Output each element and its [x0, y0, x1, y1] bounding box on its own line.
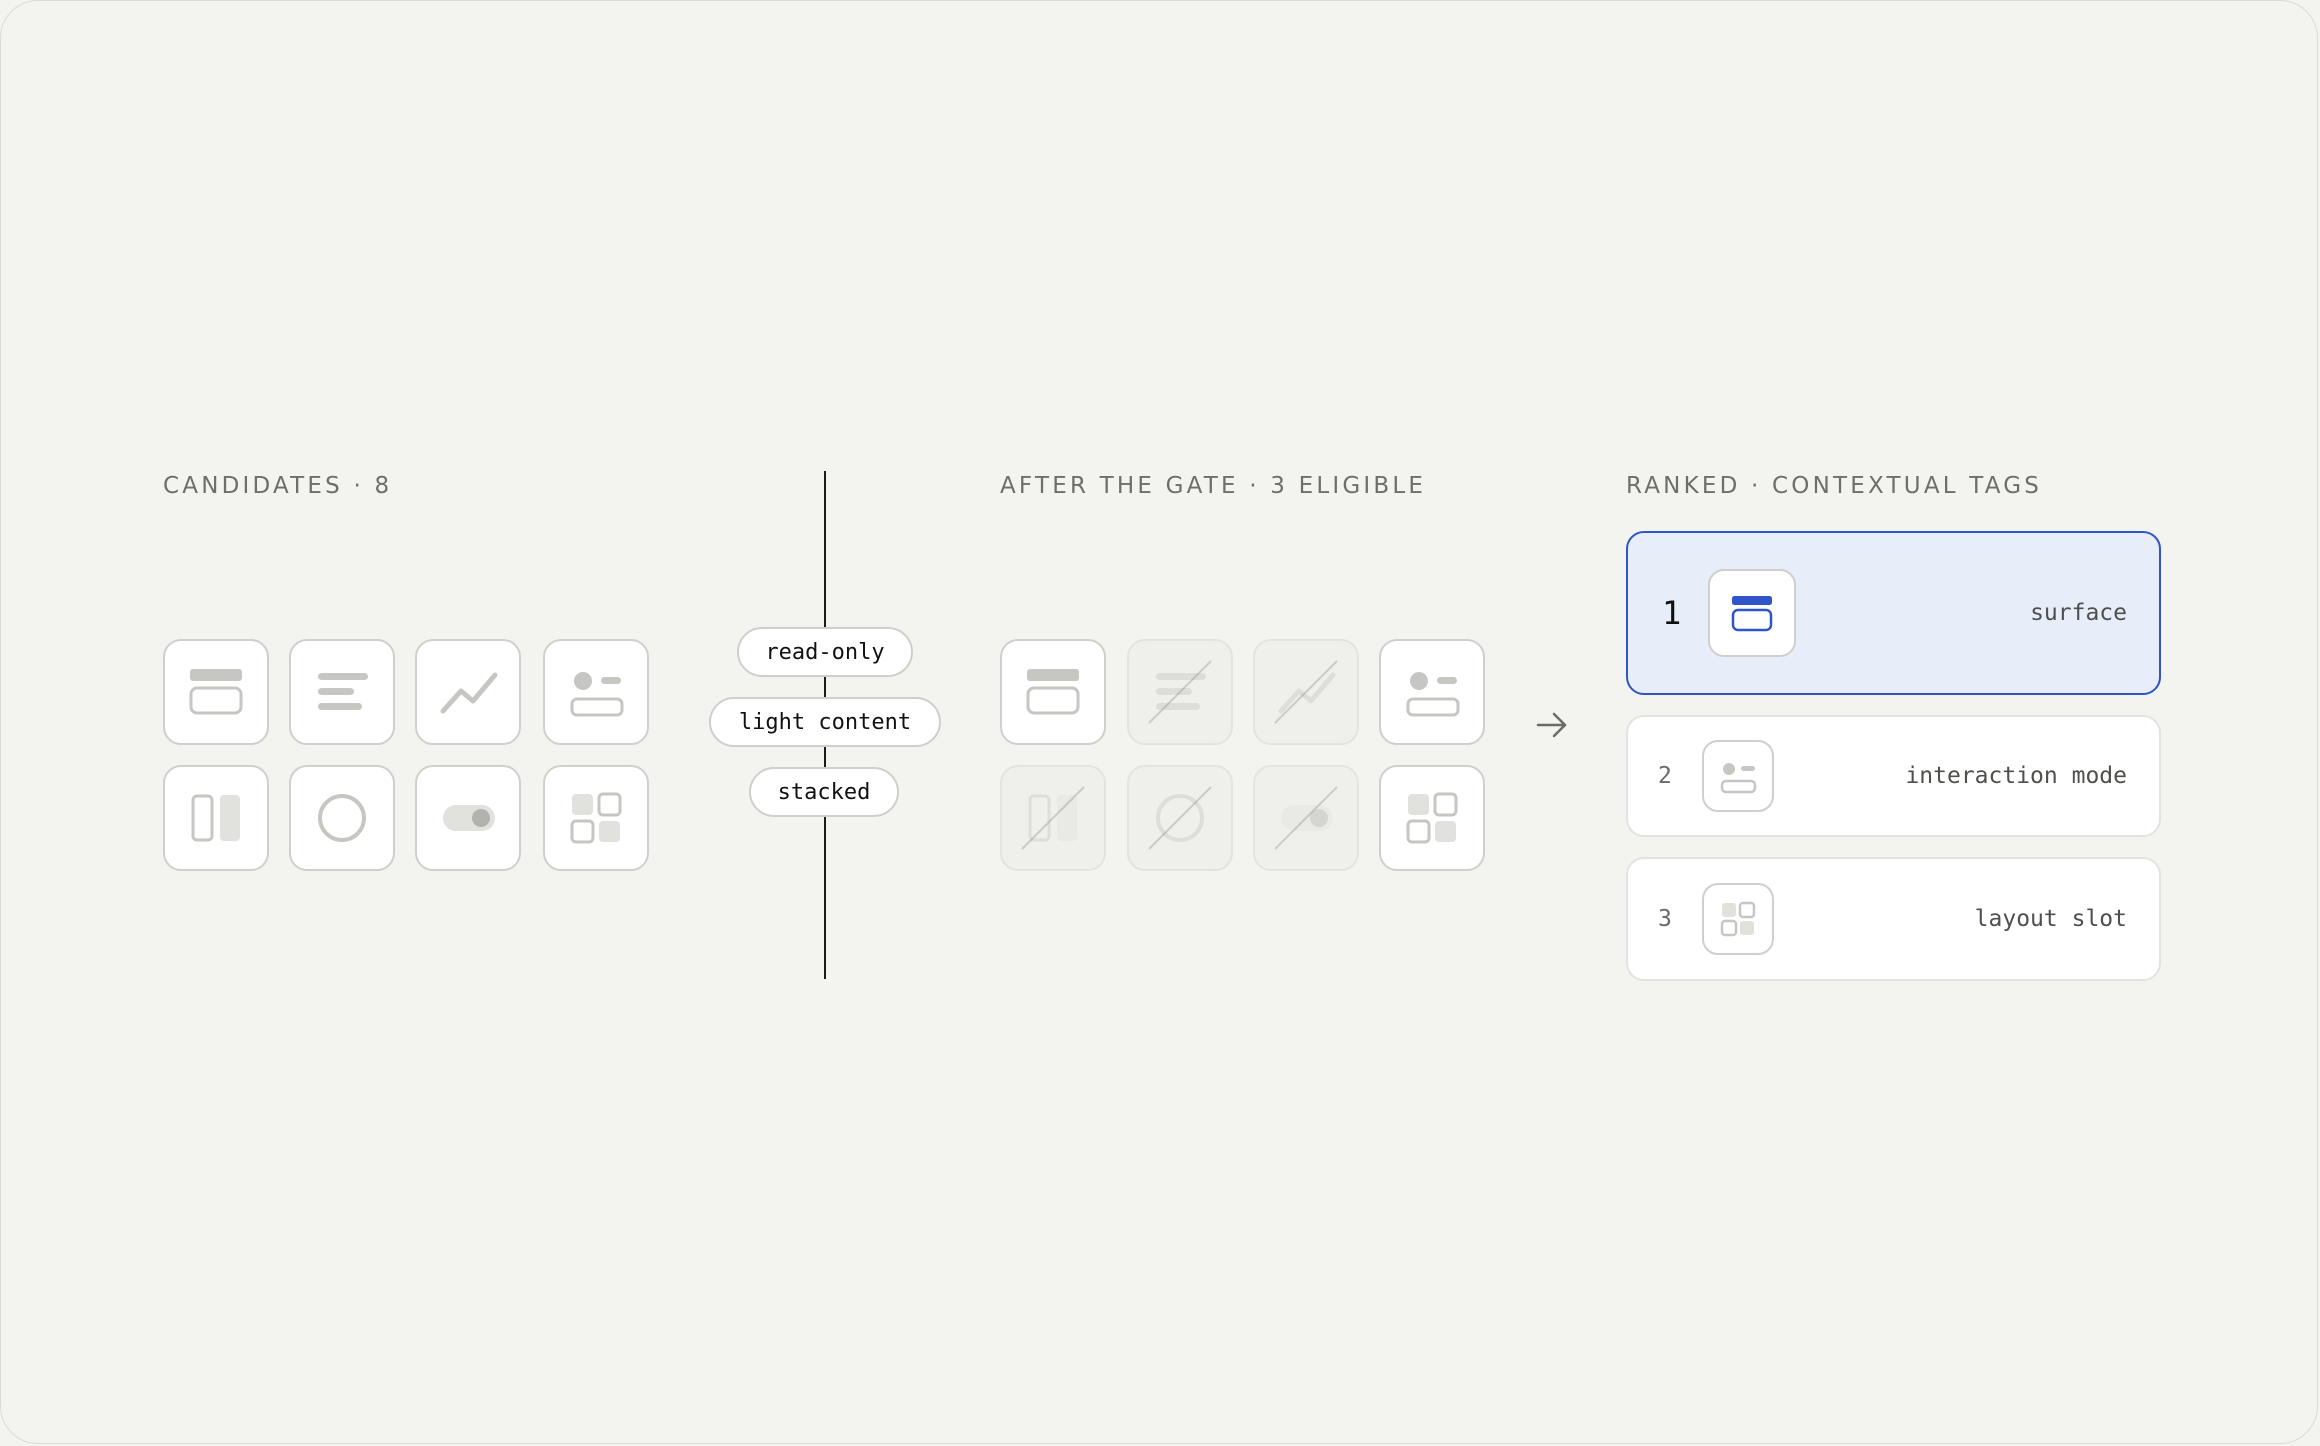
strike-through-icon: [1021, 786, 1085, 850]
strike-through-icon: [1148, 786, 1212, 850]
circle-icon: [318, 794, 366, 842]
toggle-icon: [443, 805, 495, 831]
strike-through-icon: [1274, 786, 1338, 850]
candidate-tile: [543, 765, 649, 871]
profile-row-icon: [570, 672, 624, 717]
split-panel-icon: [191, 794, 240, 842]
excluded-tile: [1000, 765, 1106, 871]
contextual-tag: interaction mode: [1905, 763, 2127, 789]
contextual-tag: surface: [2030, 600, 2127, 626]
candidate-tile: [415, 639, 521, 745]
excluded-tile: [1253, 765, 1359, 871]
excluded-tile: [1253, 639, 1359, 745]
strike-through-icon: [1148, 660, 1212, 724]
candidate-tile: [163, 639, 269, 745]
rank-number: 2: [1658, 763, 1672, 789]
eligible-tile: [1000, 639, 1106, 745]
candidate-tile: [543, 639, 649, 745]
grid-icon: [1720, 901, 1756, 937]
ranked-item-3: 3 layout slot: [1626, 857, 2161, 981]
constraint-pill-light-content: light content: [709, 697, 941, 747]
card-icon: [1731, 596, 1773, 632]
ranked-label: RANKED · CONTEXTUAL TAGS: [1626, 473, 2043, 499]
profile-row-icon: [1720, 763, 1757, 794]
arrow-right-icon: [1536, 712, 1567, 738]
text-lines-icon: [318, 673, 368, 710]
ranked-item-2: 2 interaction mode: [1626, 715, 2161, 837]
constraint-pill-read-only: read-only: [737, 627, 913, 677]
grid-icon: [1406, 792, 1458, 844]
candidate-tile: [289, 765, 395, 871]
line-chart-icon: [440, 672, 498, 714]
constraint-pill-stacked: stacked: [749, 767, 899, 817]
card-icon: [1026, 669, 1080, 715]
rank-number: 1: [1662, 594, 1682, 632]
candidate-tile: [163, 765, 269, 871]
candidate-tile: [415, 765, 521, 871]
card-icon: [189, 669, 243, 715]
eligible-tile: [1379, 765, 1485, 871]
after-gate-label: AFTER THE GATE · 3 ELIGIBLE: [1000, 473, 1427, 499]
contextual-tag: layout slot: [1974, 906, 2127, 932]
eligible-tile: [1379, 639, 1485, 745]
ranked-item-1: 1 surface: [1626, 531, 2161, 695]
excluded-tile: [1127, 639, 1233, 745]
rank-number: 3: [1658, 906, 1672, 932]
strike-through-icon: [1274, 660, 1338, 724]
candidate-tile: [289, 639, 395, 745]
diagram-canvas: CANDIDATES · 8 AFTER THE GATE · 3 ELIGIB…: [0, 0, 2318, 1444]
candidates-label: CANDIDATES · 8: [163, 473, 393, 499]
profile-row-icon: [1406, 672, 1460, 717]
excluded-tile: [1127, 765, 1233, 871]
grid-icon: [570, 792, 622, 844]
